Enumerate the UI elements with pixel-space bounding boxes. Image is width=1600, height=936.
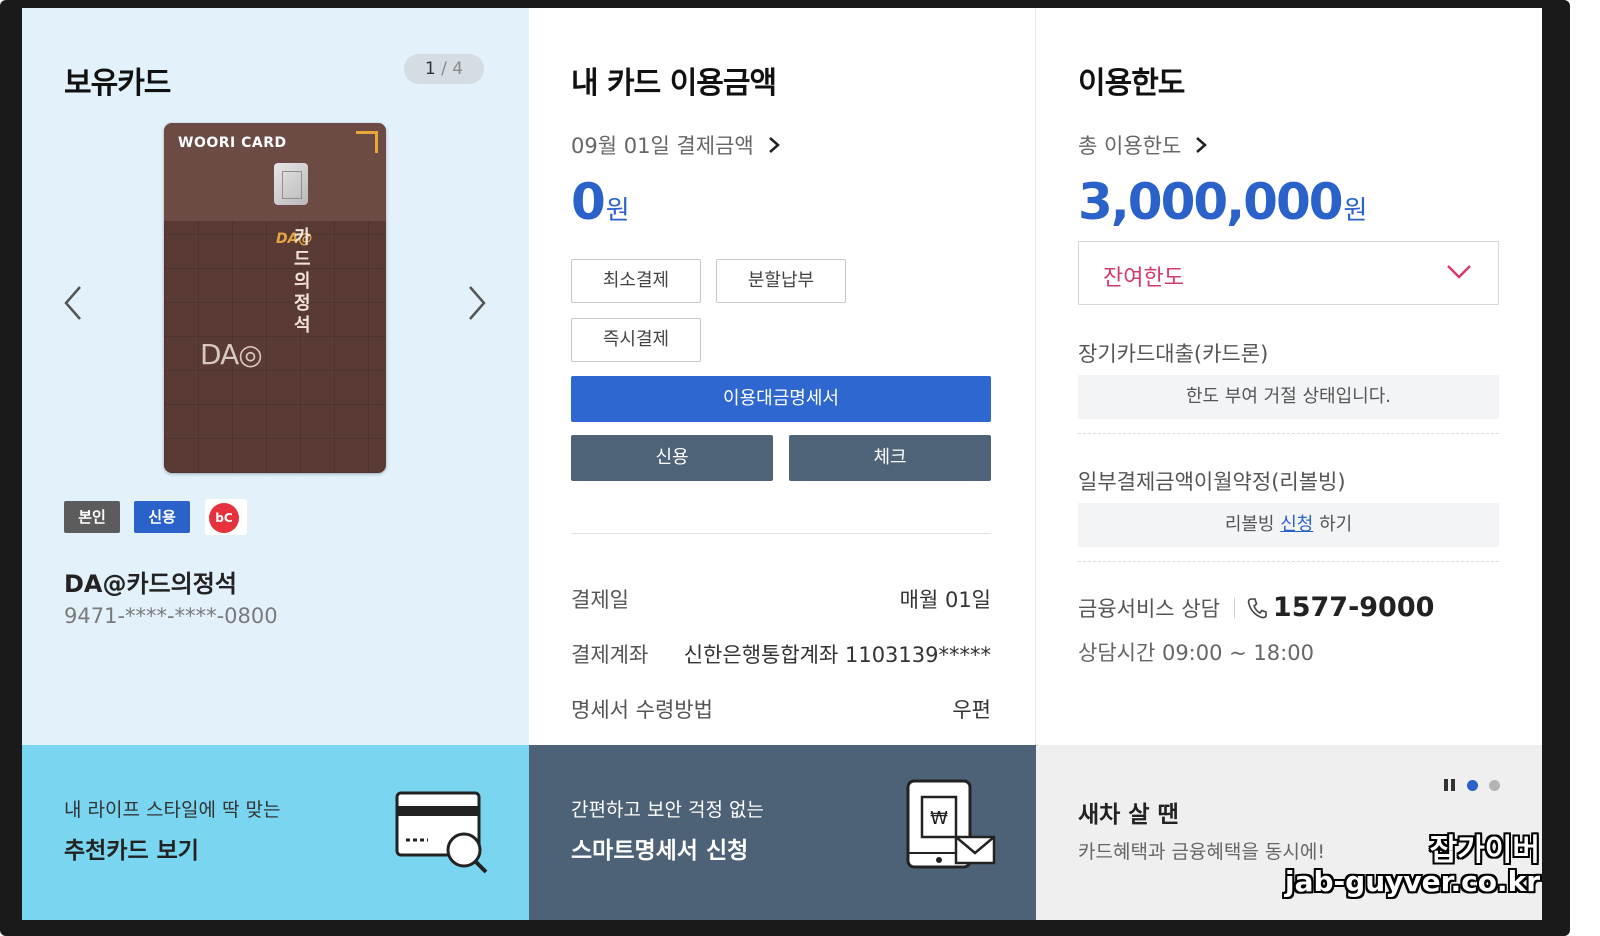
- card-search-icon: [395, 791, 488, 874]
- limit-title: 이용한도: [1078, 66, 1185, 101]
- watermark: 잡가이버 jab-guyver.co.kr: [1285, 834, 1540, 898]
- watermark-line1: 잡가이버: [1429, 833, 1540, 869]
- total-limit-label: 총 이용한도: [1078, 134, 1182, 158]
- installment-button[interactable]: 분할납부: [716, 259, 846, 303]
- card-design-text: 카드의 정석: [294, 227, 311, 336]
- revolving-apply-link[interactable]: 신청: [1280, 514, 1313, 535]
- banner-subtitle: 내 라이프 스타일에 딱 맞는: [64, 799, 281, 821]
- consult-row: 금융서비스 상담 1577-9000: [1078, 592, 1434, 623]
- remaining-limit-dropdown[interactable]: 잔여한도: [1078, 241, 1499, 305]
- consult-label: 금융서비스 상담: [1078, 596, 1220, 621]
- consult-phone[interactable]: 1577-9000: [1273, 592, 1435, 623]
- owned-card-title: 보유카드: [64, 66, 171, 101]
- usage-panel: 내 카드 이용금액 09월 01일 결제금액 0원 최소결제 분할납부 즉시결제…: [529, 8, 1036, 745]
- carousel-dot-active[interactable]: [1467, 780, 1478, 791]
- payment-amount-link[interactable]: 09월 01일 결제금액: [571, 130, 780, 160]
- usage-title: 내 카드 이용금액: [571, 66, 777, 101]
- card-loan-label: 장기카드대출(카드론): [1078, 342, 1269, 366]
- payment-amount-value: 0: [571, 173, 606, 231]
- bc-card-icon: bC: [205, 499, 247, 535]
- revolving-post-text: 하기: [1313, 514, 1353, 535]
- payment-amount: 0원: [571, 173, 630, 231]
- check-button[interactable]: 체크: [789, 435, 991, 481]
- card-brand: WOORI CARD: [178, 135, 287, 151]
- card-da-logo: DA◎: [200, 338, 263, 371]
- pager-separator: /: [441, 59, 447, 79]
- revolving-label: 일부결제금액이월약정(리볼빙): [1078, 470, 1346, 494]
- chevron-right-icon: [1196, 137, 1208, 153]
- dotted-divider: [1078, 433, 1499, 434]
- pause-icon[interactable]: [1444, 779, 1456, 793]
- chevron-down-icon: [1447, 265, 1471, 279]
- card-loan-status: 한도 부여 거절 상태입니다.: [1078, 375, 1499, 419]
- divider: [571, 533, 991, 534]
- info-label: 결제일: [571, 588, 629, 612]
- credit-button[interactable]: 신용: [571, 435, 773, 481]
- mobile-statement-icon: ₩: [906, 779, 996, 869]
- banner-title: 스마트명세서 신청: [571, 838, 749, 864]
- card-image[interactable]: WOORI CARD DA@ 카드의 정석 DA◎: [164, 123, 386, 473]
- pager-current: 1: [424, 59, 436, 79]
- card-number: 9471-****-****-0800: [64, 604, 278, 628]
- info-row-payment-account: 결제계좌 신한은행통합계좌 1103139*****: [571, 639, 991, 669]
- watermark-line2: jab-guyver.co.kr: [1285, 865, 1540, 899]
- card-dashboard: 보유카드 1 / 4 WOORI CARD DA@ 카드의 정석 DA◎ 본인 …: [22, 8, 1542, 920]
- info-row-statement-method: 명세서 수령방법 우편: [571, 694, 991, 724]
- info-value: 신한은행통합계좌 1103139*****: [683, 643, 991, 667]
- total-limit-value: 3,000,000: [1078, 173, 1344, 231]
- info-row-payment-date: 결제일 매월 01일: [571, 584, 991, 614]
- total-limit-unit: 원: [1343, 196, 1368, 226]
- instant-payment-button[interactable]: 즉시결제: [571, 318, 701, 362]
- total-limit-amount: 3,000,000원: [1078, 173, 1367, 231]
- smart-statement-banner[interactable]: 간편하고 보안 걱정 없는 스마트명세서 신청 ₩: [529, 745, 1036, 920]
- prev-card-arrow-icon[interactable]: [62, 283, 84, 323]
- info-label: 결제계좌: [571, 643, 649, 667]
- banner-title: 추천카드 보기: [64, 838, 199, 864]
- card-pattern: [164, 221, 386, 473]
- recommend-card-banner[interactable]: 내 라이프 스타일에 딱 맞는 추천카드 보기: [22, 745, 529, 920]
- limit-panel: 이용한도 총 이용한도 3,000,000원 잔여한도 장기카드대출(카드론) …: [1036, 8, 1542, 745]
- banner-subtitle: 간편하고 보안 걱정 없는: [571, 799, 764, 821]
- revolving-pre-text: 리볼빙: [1224, 514, 1281, 535]
- info-value: 우편: [952, 698, 991, 722]
- dotted-divider: [1078, 561, 1499, 562]
- chevron-right-icon: [768, 137, 780, 153]
- phone-icon: [1247, 597, 1267, 618]
- card-corner-mark: [356, 131, 378, 153]
- card-design-mark: DA@: [276, 231, 312, 247]
- info-label: 명세서 수령방법: [571, 698, 713, 722]
- card-name: DA@카드의정석: [64, 570, 237, 598]
- min-payment-button[interactable]: 최소결제: [571, 259, 701, 303]
- badge-self: 본인: [64, 501, 120, 533]
- total-limit-link[interactable]: 총 이용한도: [1078, 130, 1208, 160]
- bc-logo: bC: [209, 503, 239, 533]
- owned-card-panel: 보유카드 1 / 4 WOORI CARD DA@ 카드의 정석 DA◎ 본인 …: [22, 8, 529, 745]
- card-pager: 1 / 4: [404, 54, 484, 84]
- statement-button[interactable]: 이용대금명세서: [571, 376, 991, 422]
- consult-separator: [1233, 597, 1235, 618]
- payment-amount-label: 09월 01일 결제금액: [571, 134, 754, 158]
- info-value: 매월 01일: [899, 588, 991, 612]
- carousel-dot[interactable]: [1489, 780, 1500, 791]
- payment-amount-unit: 원: [605, 196, 630, 226]
- consult-hours: 상담시간 09:00 ~ 18:00: [1078, 641, 1314, 665]
- pager-total: 4: [452, 59, 464, 79]
- revolving-box: 리볼빙 신청 하기: [1078, 503, 1499, 547]
- banner-title: 새차 살 땐: [1078, 802, 1179, 828]
- remaining-limit-label: 잔여한도: [1103, 266, 1184, 291]
- svg-text:₩: ₩: [930, 808, 948, 829]
- badge-credit: 신용: [134, 501, 190, 533]
- card-chip-icon: [274, 163, 308, 205]
- next-card-arrow-icon[interactable]: [466, 283, 488, 323]
